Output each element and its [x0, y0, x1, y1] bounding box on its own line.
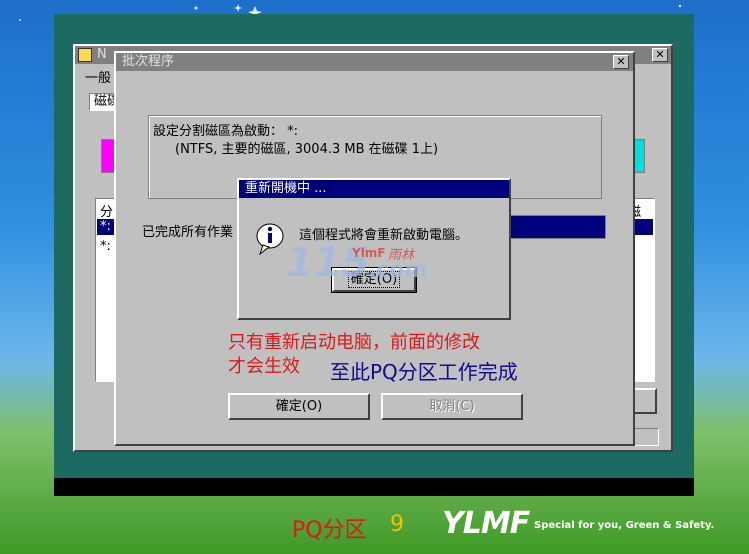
- watermark-com: .com: [368, 258, 428, 283]
- watermark-logo: 115 YlmF 雨林 .com: [286, 238, 446, 288]
- operation-line-2: (NTFS, 主要的磁區, 3004.3 MB 在磁碟 1上): [175, 142, 439, 157]
- list-row-label: *:: [100, 219, 111, 234]
- footer-slogan: Special for you, Green & Safety.: [534, 520, 715, 531]
- list-row-label: *:: [100, 239, 111, 254]
- main-window-close-button[interactable]: ✕: [652, 48, 668, 62]
- operation-line-1: 設定分割磁區為啟動： *:: [153, 124, 299, 139]
- status-label: 已完成所有作業: [142, 225, 234, 240]
- restart-dialog-title: 重新開機中 ...: [245, 181, 327, 196]
- info-icon: [256, 223, 284, 256]
- screen-bottom-bar: [54, 478, 694, 496]
- batch-dialog-title: 批次程序: [122, 54, 175, 69]
- app-icon: [78, 48, 92, 62]
- list-row[interactable]: *:: [100, 239, 111, 254]
- batch-ok-label: 確定(O): [275, 399, 323, 414]
- red-annotation-line-1: 只有重新启动电脑，前面的修改: [228, 332, 480, 353]
- main-window-title: N: [97, 47, 107, 62]
- red-annotation-line-2: 才会生效: [228, 356, 300, 377]
- batch-cancel-label: 取消(C): [429, 399, 475, 414]
- batch-dialog-titlebar: 批次程序 ✕: [116, 53, 633, 71]
- batch-cancel-button: 取消(C): [381, 393, 523, 420]
- batch-ok-button[interactable]: 確定(O): [228, 393, 370, 420]
- restart-dialog-titlebar: 重新開機中 ...: [239, 180, 509, 198]
- footer-page-number: 9: [390, 512, 404, 537]
- menu-item-general[interactable]: 一般: [85, 67, 111, 86]
- batch-dialog-close-button[interactable]: ✕: [613, 55, 629, 69]
- list-header-left: 分: [100, 205, 114, 220]
- blue-annotation: 至此PQ分区工作完成: [330, 360, 518, 384]
- footer-caption: PQ分区: [292, 518, 367, 543]
- ylmf-logo: YLMF: [442, 506, 530, 541]
